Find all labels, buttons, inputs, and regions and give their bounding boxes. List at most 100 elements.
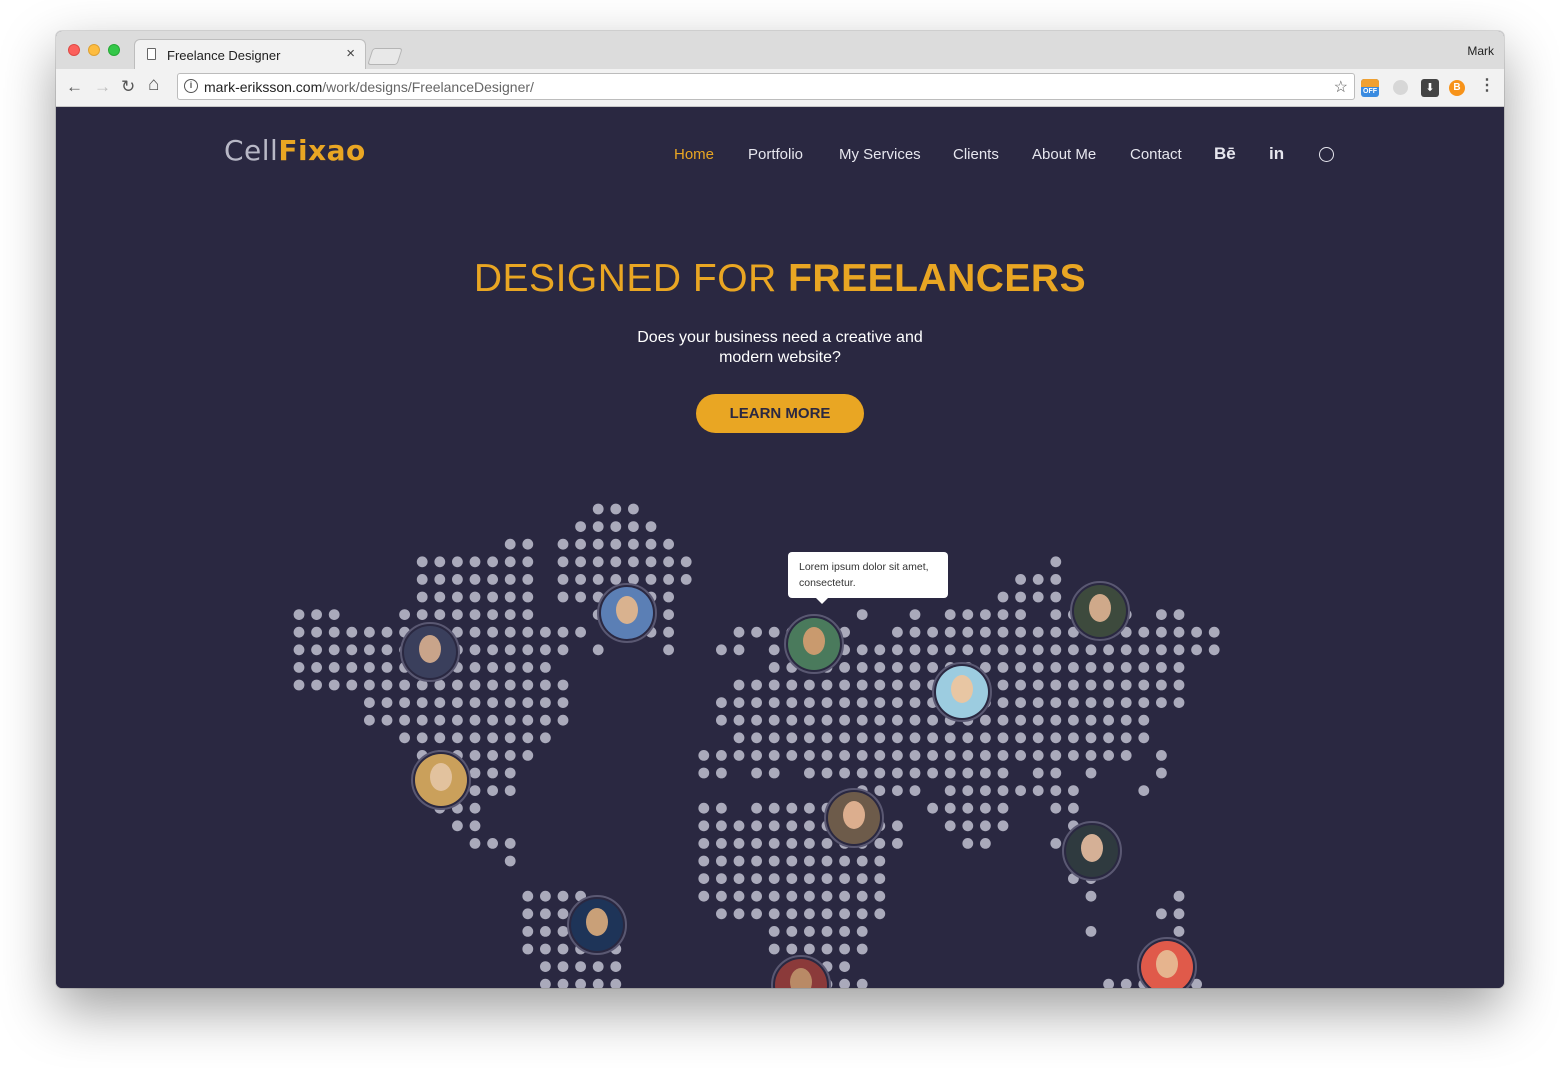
freelancer-avatar[interactable] bbox=[824, 788, 884, 848]
freelancer-avatar[interactable] bbox=[1070, 581, 1130, 641]
map-dot bbox=[1173, 908, 1185, 920]
map-dot bbox=[839, 873, 850, 884]
browser-tab[interactable]: Freelance Designer × bbox=[134, 39, 366, 70]
map-dot bbox=[540, 679, 551, 691]
download-extension-icon[interactable]: ⬇ bbox=[1421, 79, 1439, 97]
home-icon[interactable]: ⌂ bbox=[148, 75, 159, 95]
freelancer-avatar[interactable] bbox=[400, 622, 460, 682]
map-dot bbox=[786, 679, 798, 691]
map-dot bbox=[328, 679, 340, 691]
map-dot bbox=[821, 679, 833, 691]
map-dot bbox=[716, 908, 727, 920]
map-dot bbox=[892, 750, 903, 761]
minimize-window-button[interactable] bbox=[88, 44, 100, 56]
address-bar[interactable]: i mark-eriksson.com/work/designs/Freelan… bbox=[177, 73, 1355, 100]
bookmark-star-icon[interactable]: ☆ bbox=[1334, 77, 1348, 97]
freelancer-avatar[interactable] bbox=[1137, 937, 1197, 988]
map-dot bbox=[997, 626, 1009, 638]
map-dot bbox=[786, 732, 798, 744]
map-dot bbox=[1173, 609, 1185, 620]
off-extension-icon[interactable]: OFF bbox=[1361, 79, 1379, 97]
site-logo[interactable]: CellFixao bbox=[224, 134, 366, 167]
map-dot bbox=[909, 714, 921, 726]
map-dot bbox=[1138, 626, 1150, 638]
dribbble-icon[interactable] bbox=[1319, 147, 1334, 162]
nav-clients[interactable]: Clients bbox=[953, 146, 999, 163]
url-text[interactable]: mark-eriksson.com/work/designs/Freelance… bbox=[204, 79, 534, 95]
bitcoin-extension-icon[interactable]: B bbox=[1449, 80, 1465, 96]
nav-my-services[interactable]: My Services bbox=[839, 146, 921, 163]
map-dot bbox=[487, 662, 498, 673]
map-dot bbox=[575, 626, 586, 638]
freelancer-avatar[interactable] bbox=[597, 583, 657, 643]
nav-about-me[interactable]: About Me bbox=[1032, 146, 1096, 163]
map-dot bbox=[1050, 574, 1062, 585]
freelancer-avatar[interactable] bbox=[932, 662, 992, 722]
forward-icon[interactable]: → bbox=[94, 77, 111, 97]
map-dot bbox=[645, 574, 657, 585]
browser-menu-icon[interactable]: ⋮ bbox=[1479, 77, 1495, 95]
map-dot bbox=[1156, 644, 1167, 656]
zoom-window-button[interactable] bbox=[108, 44, 120, 56]
map-dot bbox=[364, 626, 375, 638]
map-dot bbox=[364, 679, 375, 691]
map-dot bbox=[997, 785, 1009, 796]
close-window-button[interactable] bbox=[68, 44, 80, 56]
map-dot bbox=[874, 750, 886, 761]
map-dot bbox=[575, 978, 586, 988]
map-dot bbox=[997, 697, 1009, 708]
reload-icon[interactable]: ↻ bbox=[121, 77, 135, 97]
back-icon[interactable]: ← bbox=[66, 77, 83, 97]
map-dot bbox=[804, 890, 815, 902]
nav-contact[interactable]: Contact bbox=[1130, 146, 1182, 163]
url-host: mark-eriksson.com bbox=[204, 79, 323, 95]
freelancer-avatar[interactable] bbox=[784, 614, 844, 674]
map-dot bbox=[821, 697, 833, 708]
learn-more-button[interactable]: LEARN MORE bbox=[696, 394, 864, 433]
map-dot bbox=[1032, 574, 1044, 585]
map-dot bbox=[1050, 802, 1062, 814]
map-dot bbox=[293, 609, 305, 620]
map-dot bbox=[416, 591, 428, 603]
map-dot bbox=[592, 521, 604, 532]
map-dot bbox=[557, 697, 569, 708]
map-dot bbox=[768, 767, 780, 779]
map-dot bbox=[1032, 644, 1044, 656]
info-icon[interactable]: i bbox=[184, 79, 198, 93]
map-dot bbox=[786, 838, 798, 849]
map-dot bbox=[856, 662, 868, 673]
freelancer-avatar[interactable] bbox=[567, 895, 627, 955]
map-dot bbox=[1120, 644, 1132, 656]
tab-close-icon[interactable]: × bbox=[346, 45, 355, 63]
map-dot bbox=[1015, 644, 1026, 656]
map-dot bbox=[786, 890, 798, 902]
map-dot bbox=[733, 838, 745, 849]
freelancer-avatar[interactable] bbox=[1062, 821, 1122, 881]
freelancer-avatar[interactable] bbox=[411, 750, 471, 810]
extension-circle-icon[interactable] bbox=[1393, 80, 1408, 95]
avatar-face bbox=[951, 675, 973, 703]
behance-icon[interactable]: Bē bbox=[1214, 144, 1236, 164]
map-dot bbox=[434, 714, 446, 726]
map-dot bbox=[1103, 978, 1114, 988]
world-map bbox=[293, 503, 1220, 988]
avatar-face bbox=[803, 627, 825, 655]
map-dot bbox=[786, 873, 798, 884]
map-dot bbox=[592, 961, 604, 972]
map-dot bbox=[768, 926, 780, 937]
map-dot bbox=[944, 820, 956, 832]
map-dot bbox=[698, 890, 710, 902]
map-dot bbox=[522, 662, 534, 673]
new-tab-button[interactable] bbox=[367, 48, 403, 65]
profile-name[interactable]: Mark bbox=[1467, 44, 1494, 58]
map-dot bbox=[716, 838, 727, 849]
map-dot bbox=[804, 802, 815, 814]
linkedin-icon[interactable]: in bbox=[1269, 144, 1284, 164]
nav-portfolio[interactable]: Portfolio bbox=[748, 146, 803, 163]
nav-home[interactable]: Home bbox=[674, 146, 714, 163]
map-dot bbox=[399, 714, 410, 726]
map-dot bbox=[592, 538, 604, 550]
freelancer-avatar[interactable] bbox=[771, 955, 831, 988]
map-dot bbox=[663, 609, 674, 620]
map-dot bbox=[1138, 662, 1150, 673]
